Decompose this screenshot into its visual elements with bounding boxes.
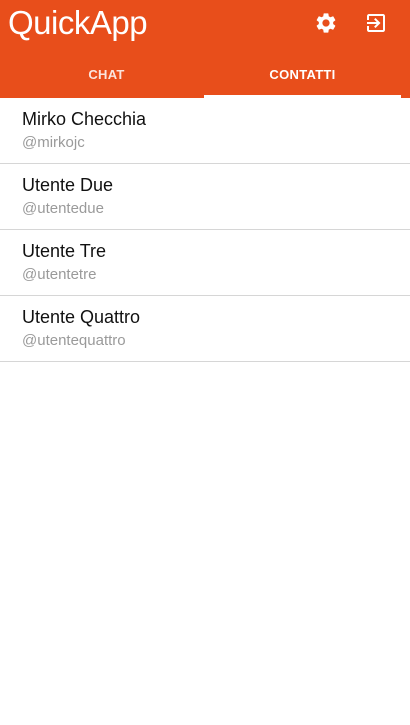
contact-item[interactable]: Utente Due @utentedue: [0, 164, 410, 230]
contact-item[interactable]: Mirko Checchia @mirkojc: [0, 98, 410, 164]
tab-bar: CHAT CONTATTI: [0, 50, 410, 98]
contact-username: @utentedue: [22, 200, 104, 217]
app-title: QuickApp: [8, 4, 148, 41]
tab-contatti[interactable]: CONTATTI: [204, 50, 401, 98]
contact-username: @utentetre: [22, 266, 97, 283]
contact-list: Mirko Checchia @mirkojc Utente Due @uten…: [0, 98, 410, 362]
contact-name: Utente Tre: [22, 241, 107, 261]
settings-button[interactable]: [312, 9, 340, 37]
app-bar: QuickApp CHAT CONTATTI: [0, 0, 410, 98]
contact-item[interactable]: Utente Quattro @utentequattro: [0, 296, 410, 362]
app-screen: QuickApp CHAT CONTATTI Mirko Checchia @m…: [0, 0, 410, 725]
contact-item[interactable]: Utente Tre @utentetre: [0, 230, 410, 296]
gear-icon: [316, 13, 336, 33]
contact-name: Mirko Checchia: [22, 109, 147, 129]
logout-icon: [367, 14, 385, 32]
contact-name: Utente Quattro: [22, 307, 141, 327]
contact-username: @mirkojc: [22, 134, 85, 151]
contact-name: Utente Due: [22, 175, 114, 195]
tab-chat[interactable]: CHAT: [8, 50, 205, 98]
logout-button[interactable]: [362, 9, 390, 37]
contact-username: @utentequattro: [22, 332, 126, 349]
